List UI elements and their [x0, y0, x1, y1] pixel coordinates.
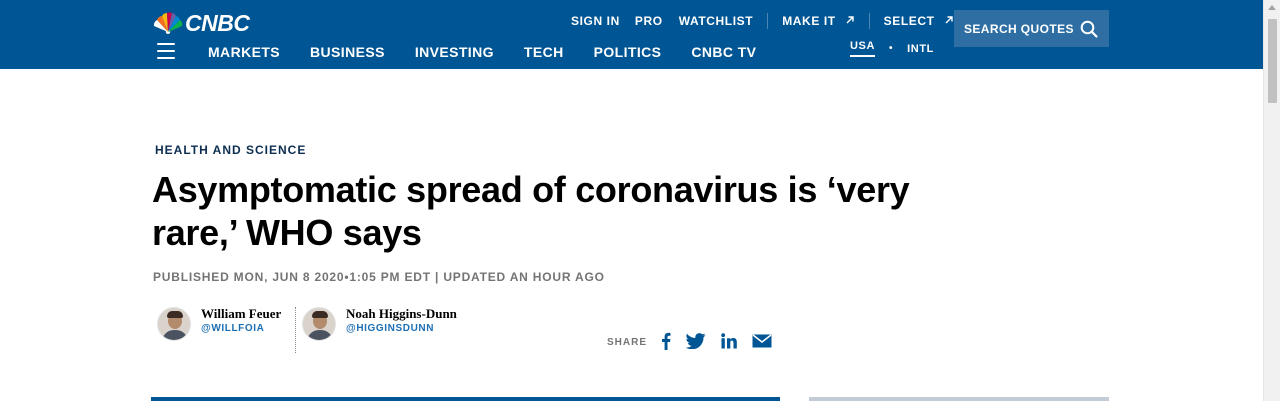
select-label: SELECT [883, 14, 935, 28]
author-name[interactable]: Noah Higgins-Dunn [346, 307, 457, 321]
sidebar-rule [809, 397, 1109, 401]
nav-business[interactable]: BUSINESS [310, 43, 385, 61]
edition-usa[interactable]: USA [850, 40, 876, 57]
share-bar: SHARE [607, 332, 787, 350]
nav-markets[interactable]: MARKETS [208, 43, 280, 61]
updated-time: UPDATED AN HOUR AGO [443, 270, 605, 284]
linkedin-icon[interactable] [721, 333, 737, 349]
edition-separator: • [889, 43, 894, 54]
search-quotes-button[interactable]: SEARCH QUOTES [954, 10, 1109, 47]
nav-politics[interactable]: POLITICS [594, 43, 662, 61]
external-link-icon [945, 16, 953, 24]
main-nav: MARKETS BUSINESS INVESTING TECH POLITICS… [208, 43, 786, 61]
article-headline: Asymptomatic spread of coronavirus is ‘v… [152, 169, 910, 253]
author-name[interactable]: William Feuer [201, 307, 281, 321]
sign-in-link[interactable]: SIGN IN [571, 14, 620, 28]
avatar[interactable] [302, 307, 336, 341]
share-label: SHARE [607, 337, 648, 348]
facebook-icon[interactable] [661, 332, 671, 350]
article-section-kicker[interactable]: HEALTH AND SCIENCE [155, 143, 306, 157]
nav-divider [767, 13, 769, 29]
site-header: CNBC MARKETS BUSINESS INVESTING TECH POL… [0, 0, 1263, 69]
external-link-icon [846, 16, 854, 24]
select-link[interactable]: SELECT [884, 14, 954, 28]
author-handle[interactable]: @WILLFOIA [201, 323, 281, 334]
author-byline: Noah Higgins-Dunn @HIGGINSDUNN [302, 307, 457, 341]
search-quotes-label: SEARCH QUOTES [964, 21, 1074, 36]
scroll-up-arrow-icon[interactable] [1268, 5, 1276, 10]
cnbc-logo[interactable]: CNBC [152, 10, 250, 36]
menu-icon[interactable] [157, 43, 175, 59]
published-time: PUBLISHED MON, JUN 8 2020•1:05 PM EDT [153, 270, 431, 284]
author-handle[interactable]: @HIGGINSDUNN [346, 323, 457, 334]
peacock-icon [153, 12, 183, 34]
edition-switcher: USA • INTL [850, 40, 934, 57]
avatar[interactable] [157, 307, 191, 341]
make-it-label: MAKE IT [782, 14, 836, 28]
scroll-thumb[interactable] [1268, 19, 1277, 103]
nav-investing[interactable]: INVESTING [415, 43, 494, 61]
author-info: Noah Higgins-Dunn @HIGGINSDUNN [346, 307, 457, 335]
author-info: William Feuer @WILLFOIA [201, 307, 281, 335]
top-nav: SIGN IN PRO WATCHLIST MAKE IT SELECT [571, 13, 954, 29]
make-it-link[interactable]: MAKE IT [782, 14, 854, 28]
logo-wordmark: CNBC [185, 10, 250, 36]
edition-intl[interactable]: INTL [907, 43, 934, 55]
email-icon[interactable] [752, 334, 772, 348]
nav-cnbc-tv[interactable]: CNBC TV [691, 43, 756, 61]
nav-divider [868, 13, 870, 29]
nav-tech[interactable]: TECH [524, 43, 564, 61]
watchlist-link[interactable]: WATCHLIST [679, 14, 754, 28]
search-icon [1080, 20, 1098, 38]
author-divider [295, 307, 296, 353]
pro-link[interactable]: PRO [635, 14, 663, 28]
scrollbar[interactable] [1263, 0, 1280, 401]
author-byline: William Feuer @WILLFOIA [157, 307, 281, 341]
twitter-icon[interactable] [686, 333, 706, 349]
content-rule [151, 397, 780, 401]
article-timestamp: PUBLISHED MON, JUN 8 2020•1:05 PM EDT | … [153, 270, 605, 284]
